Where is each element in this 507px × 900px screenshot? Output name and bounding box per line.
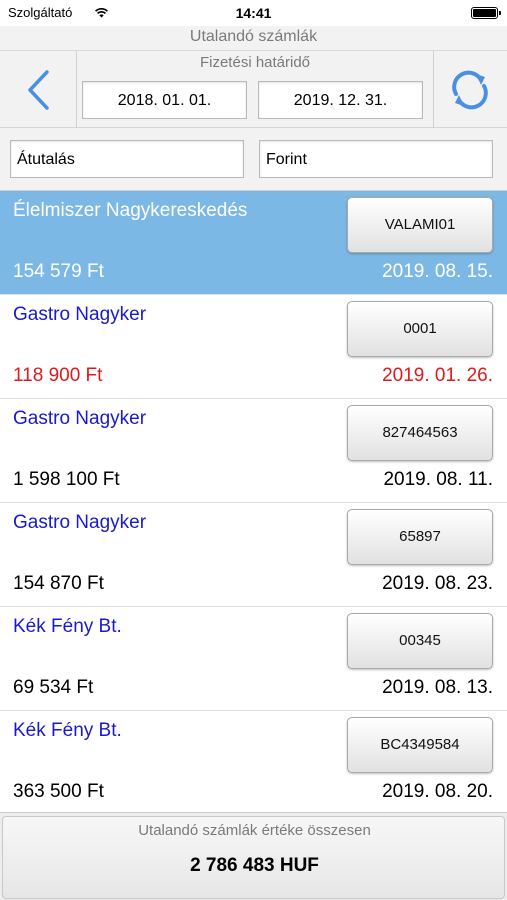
partner-name: Kék Fény Bt. — [13, 616, 122, 637]
partner-name: Gastro Nagyker — [13, 304, 147, 325]
date-to-field[interactable]: 2019. 12. 31. — [258, 81, 423, 119]
invoice-row[interactable]: Kék Fény Bt. 00345 69 534 Ft 2019. 08. 1… — [0, 607, 507, 711]
partner-name: Kék Fény Bt. — [13, 720, 122, 741]
invoice-row[interactable]: Élelmiszer Nagykereskedés VALAMI01 154 5… — [0, 191, 507, 295]
due-date: 2019. 08. 15. — [382, 261, 493, 282]
footer: Utalandó számlák értéke összesen 2 786 4… — [0, 812, 507, 900]
invoice-row[interactable]: Gastro Nagyker 0001 118 900 Ft 2019. 01.… — [0, 295, 507, 399]
due-date: 2019. 08. 13. — [382, 677, 493, 698]
total-summary: Utalandó számlák értéke összesen 2 786 4… — [2, 816, 505, 899]
payment-type-field[interactable]: Átutalás — [10, 140, 244, 178]
invoice-amount: 154 870 Ft — [13, 573, 104, 594]
due-date: 2019. 01. 26. — [382, 365, 493, 386]
invoice-row[interactable]: Kék Fény Bt. BC4349584 363 500 Ft 2019. … — [0, 711, 507, 812]
invoice-reference-button[interactable]: 00345 — [347, 613, 493, 669]
invoice-amount: 69 534 Ft — [13, 677, 94, 698]
invoice-reference-button[interactable]: VALAMI01 — [347, 197, 493, 253]
partner-name: Élelmiszer Nagykereskedés — [13, 200, 248, 221]
due-date: 2019. 08. 23. — [382, 573, 493, 594]
page-title: Utalandó számlák — [189, 28, 318, 45]
invoice-amount: 154 579 Ft — [13, 261, 104, 282]
invoice-row[interactable]: Gastro Nagyker 827464563 1 598 100 Ft 20… — [0, 399, 507, 503]
due-date: 2019. 08. 11. — [383, 469, 493, 490]
total-value: 2 786 483 HUF — [190, 855, 319, 876]
invoice-reference-button[interactable]: 827464563 — [347, 405, 493, 461]
total-label: Utalandó számlák értéke összesen — [138, 822, 371, 839]
partner-name: Gastro Nagyker — [13, 512, 147, 533]
deadline-label: Fizetési határidő — [199, 54, 311, 71]
due-date: 2019. 08. 20. — [382, 781, 493, 802]
header: Utalandó számlák Fizetési határidő 2018.… — [0, 26, 507, 128]
status-time: 14:41 — [235, 5, 272, 21]
refresh-button[interactable] — [433, 51, 507, 128]
partner-name: Gastro Nagyker — [13, 408, 147, 429]
back-button[interactable] — [0, 51, 76, 128]
invoice-reference-button[interactable]: 0001 — [347, 301, 493, 357]
status-bar: Szolgáltató 14:41 — [0, 0, 507, 26]
invoice-row[interactable]: Gastro Nagyker 65897 154 870 Ft 2019. 08… — [0, 503, 507, 607]
invoice-amount: 1 598 100 Ft — [13, 469, 120, 490]
date-from-field[interactable]: 2018. 01. 01. — [82, 81, 247, 119]
filter-row: Átutalás Forint — [0, 128, 507, 191]
invoice-amount: 363 500 Ft — [13, 781, 104, 802]
invoice-reference-button[interactable]: 65897 — [347, 509, 493, 565]
invoice-list: Élelmiszer Nagykereskedés VALAMI01 154 5… — [0, 191, 507, 812]
invoice-amount: 118 900 Ft — [13, 365, 103, 386]
battery-icon — [471, 7, 501, 19]
currency-field[interactable]: Forint — [259, 140, 493, 178]
invoice-reference-button[interactable]: BC4349584 — [347, 717, 493, 773]
chevron-left-icon — [28, 69, 49, 110]
refresh-icon — [452, 70, 488, 109]
